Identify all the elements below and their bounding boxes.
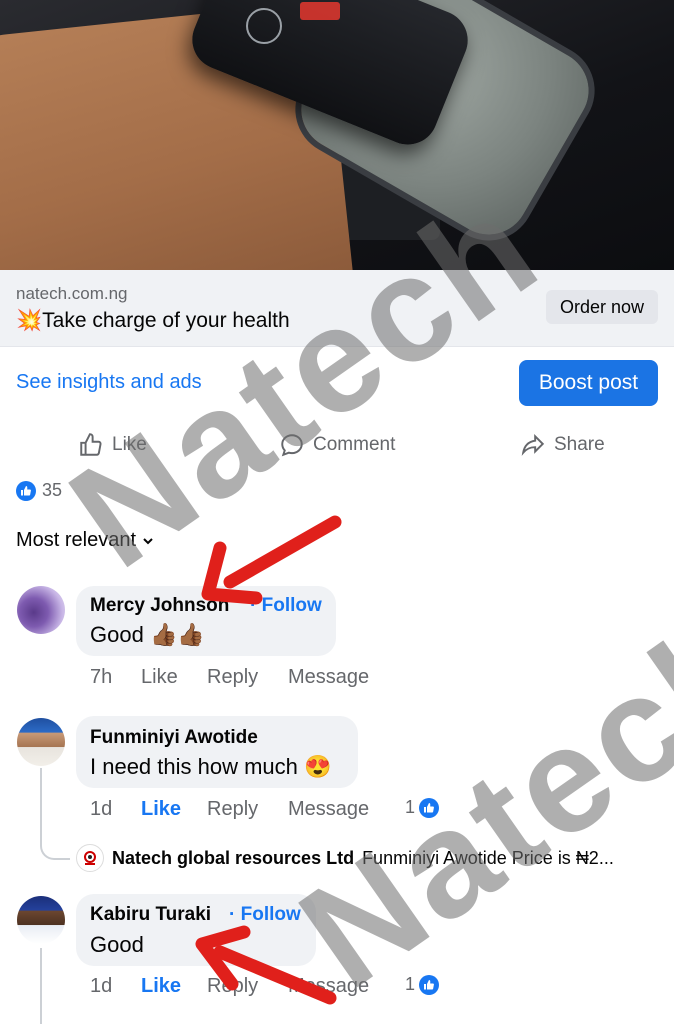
comment-reaction-number: 1 — [405, 797, 416, 817]
device-knob — [246, 8, 282, 44]
comment-message-link[interactable]: Message — [288, 798, 369, 821]
comment-like-link[interactable]: Like — [141, 798, 181, 821]
commenter-name[interactable]: Funminiyi Awotide — [90, 727, 258, 749]
chevron-down-icon — [143, 537, 153, 544]
avatar[interactable] — [17, 896, 65, 944]
comment-reaction-count[interactable]: 1 — [405, 974, 440, 995]
reply-author[interactable]: Natech global resources Ltd — [112, 848, 354, 869]
thread-connector — [40, 768, 70, 860]
commenter-name[interactable]: Kabiru Turaki — [90, 904, 211, 926]
share-action-button[interactable]: Share — [520, 431, 605, 459]
comment-time: 7h — [90, 666, 113, 688]
share-icon — [521, 433, 545, 456]
device-display — [300, 2, 340, 20]
reply-text: Funminiyi Awotide Price is ₦2... — [362, 847, 614, 868]
thumbs-up-badge-icon — [419, 974, 440, 995]
comment-text: I need this how much 😍 — [90, 754, 331, 780]
link-headline: 💥Take charge of your health — [16, 309, 290, 333]
burst-emoji: 💥 — [16, 309, 43, 332]
comment-message-link[interactable]: Message — [288, 666, 369, 689]
thumbs-up-badge-icon — [419, 797, 440, 818]
commenter-name[interactable]: Mercy Johnson — [90, 595, 229, 617]
reaction-count: 35 — [42, 480, 63, 500]
comment-icon — [281, 434, 303, 457]
heart-eyes-emoji: 😍 — [304, 754, 332, 779]
share-action-label: Share — [554, 434, 605, 455]
thumbs-up-badge-icon — [16, 480, 36, 501]
comment-text: Good 👍🏾👍🏾 — [90, 622, 205, 648]
avatar[interactable] — [17, 586, 65, 634]
follow-link[interactable]: · Follow — [250, 595, 322, 617]
comment-message-link[interactable]: Message — [288, 975, 369, 998]
sort-label: Most relevant — [16, 529, 137, 551]
headline-text: Take charge of your health — [42, 309, 290, 332]
link-domain: natech.com.ng — [16, 284, 128, 303]
like-action-label: Like — [112, 434, 147, 455]
avatar[interactable] — [17, 718, 65, 766]
order-now-button[interactable]: Order now — [546, 290, 658, 324]
comment-body: Good — [90, 622, 144, 647]
thumbs-up-emoji: 👍🏾👍🏾 — [149, 622, 205, 647]
natech-logo-avatar — [76, 844, 104, 872]
comment-like-link[interactable]: Like — [141, 666, 178, 689]
comment-body: I need this how much — [90, 754, 298, 779]
comment-text: Good — [90, 932, 144, 957]
comment-action-label: Comment — [313, 434, 396, 455]
comment-like-link[interactable]: Like — [141, 975, 181, 998]
comment-sort-dropdown[interactable]: Most relevant — [16, 529, 154, 552]
see-insights-link[interactable]: See insights and ads — [16, 371, 202, 394]
thread-connector — [40, 948, 42, 1024]
like-action-button[interactable]: Like — [78, 431, 147, 459]
comment-reply-link[interactable]: Reply — [207, 798, 258, 821]
comment-time: 1d — [90, 975, 113, 997]
comment-reply-link[interactable]: Reply — [207, 975, 258, 998]
follow-link[interactable]: · Follow — [229, 904, 301, 926]
like-icon — [80, 433, 102, 456]
comment-time: 1d — [90, 798, 113, 820]
boost-post-button[interactable]: Boost post — [519, 360, 658, 406]
reaction-summary[interactable]: 35 — [16, 480, 62, 501]
comment-reply-link[interactable]: Reply — [207, 666, 258, 689]
comment-reaction-number: 1 — [405, 974, 416, 994]
comment-reaction-count[interactable]: 1 — [405, 797, 440, 818]
ad-image[interactable] — [0, 0, 674, 270]
comment-action-button[interactable]: Comment — [279, 431, 395, 459]
reply-preview[interactable]: Natech global resources Ltd Funminiyi Aw… — [76, 844, 666, 872]
